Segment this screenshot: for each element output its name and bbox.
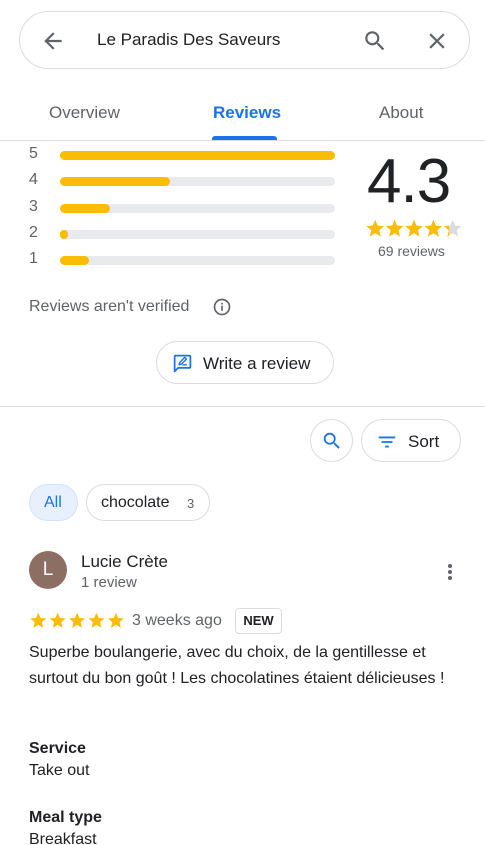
attribute-value: Take out: [29, 762, 90, 779]
search-icon: [323, 432, 340, 449]
bar-track: [60, 204, 335, 213]
filter-chip-count: 3: [187, 496, 195, 511]
bar-star-label: 3: [29, 198, 38, 215]
bar-track: [60, 177, 335, 186]
filter-chip-all[interactable]: All: [29, 484, 78, 521]
bar-row-2[interactable]: 2: [29, 224, 339, 244]
rate-review-icon: [173, 354, 192, 373]
tab-overview[interactable]: Overview: [49, 103, 120, 123]
star-filled-icon: [366, 219, 384, 237]
back-arrow-icon[interactable]: [40, 28, 66, 54]
review-text: Superbe boulangerie, avec du choix, de l…: [29, 644, 445, 687]
average-rating: 4.3: [367, 147, 451, 216]
filter-chip-label: All: [44, 494, 62, 511]
bar-fill: [60, 151, 335, 160]
star-filled-icon: [108, 612, 124, 628]
bar-fill: [60, 204, 110, 213]
star-filled-icon: [424, 219, 443, 237]
star-filled-icon: [385, 219, 404, 237]
avatar[interactable]: L: [29, 551, 67, 589]
sort-button[interactable]: Sort: [361, 419, 461, 462]
bar-row-4[interactable]: 4: [29, 171, 339, 191]
search-reviews-button[interactable]: [310, 419, 353, 462]
bar-track: [60, 230, 335, 239]
attribute-label: Service: [29, 740, 86, 757]
bar-row-3[interactable]: 3: [29, 198, 339, 218]
author-review-count: 1 review: [81, 574, 137, 591]
bar-star-label: 4: [29, 171, 38, 188]
star-filled-icon: [69, 612, 85, 628]
close-icon[interactable]: [424, 28, 450, 54]
bar-star-label: 2: [29, 224, 38, 241]
new-badge: NEW: [235, 608, 282, 634]
bar-track: [60, 256, 335, 265]
review-stars-icon: [30, 612, 124, 628]
write-review-button[interactable]: Write a review: [156, 341, 334, 384]
attribute-value: Breakfast: [29, 831, 97, 845]
active-tab-indicator: [212, 136, 277, 140]
review-date: 3 weeks ago: [132, 612, 222, 629]
sort-label: Sort: [408, 432, 440, 451]
search-bar[interactable]: Le Paradis Des Saveurs: [19, 11, 470, 69]
bar-row-5[interactable]: 5: [29, 145, 339, 165]
bar-star-label: 1: [29, 250, 38, 267]
tab-about[interactable]: About: [379, 103, 423, 123]
search-query[interactable]: Le Paradis Des Saveurs: [97, 30, 280, 50]
sort-icon: [378, 436, 396, 448]
bar-row-1[interactable]: 1: [29, 250, 339, 270]
write-review-label: Write a review: [203, 354, 311, 373]
filter-chip-chocolate[interactable]: chocolate 3: [86, 484, 210, 521]
tab-bar: Overview Reviews About: [0, 87, 485, 141]
review-count[interactable]: 69 reviews: [378, 243, 445, 259]
rating-stars-icon: [366, 219, 461, 237]
filter-chip-label: chocolate: [101, 494, 170, 511]
review-author[interactable]: Lucie Crète: [81, 552, 168, 572]
bar-star-label: 5: [29, 145, 38, 162]
bar-fill: [60, 256, 89, 265]
star-filled-icon: [88, 612, 105, 628]
verified-note: Reviews aren't verified: [29, 298, 190, 315]
bar-fill: [60, 230, 69, 239]
attribute-label: Meal type: [29, 809, 102, 826]
more-vert-icon[interactable]: [440, 561, 460, 583]
search-icon[interactable]: [362, 28, 388, 54]
info-icon[interactable]: [212, 297, 232, 317]
section-divider: [0, 406, 485, 407]
tab-reviews[interactable]: Reviews: [213, 103, 281, 123]
star-filled-icon: [30, 612, 47, 628]
bar-track: [60, 151, 335, 160]
star-filled-icon: [49, 612, 66, 628]
bar-fill: [60, 177, 170, 186]
star-filled-icon: [405, 219, 423, 237]
